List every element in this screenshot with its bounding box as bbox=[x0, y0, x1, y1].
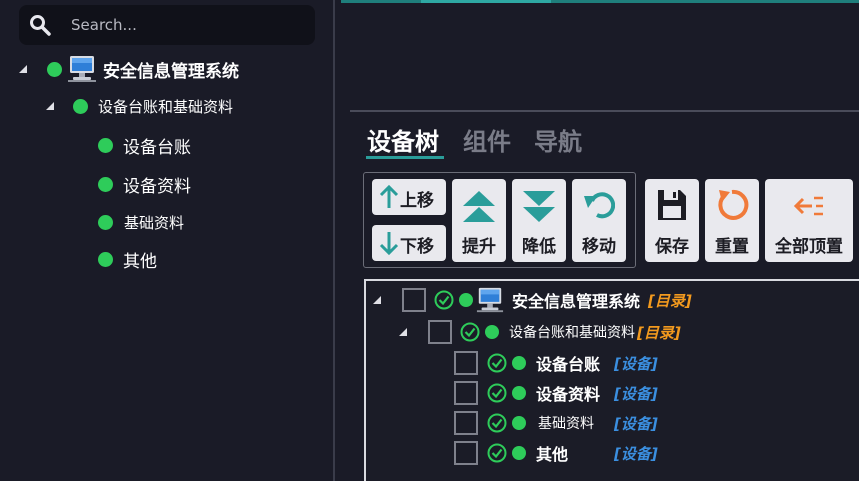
search-box[interactable] bbox=[19, 5, 315, 45]
top-accent-bar bbox=[341, 0, 859, 3]
node-type-tag: [目录] bbox=[637, 323, 681, 342]
check-circle-icon bbox=[434, 290, 454, 310]
left-tree-node-equipment-ledger-group[interactable]: 设备台账和基础资料 bbox=[44, 92, 233, 120]
status-dot bbox=[98, 214, 113, 230]
check-circle-icon bbox=[487, 413, 507, 433]
status-dot bbox=[47, 61, 62, 77]
left-tree-label: 安全信息管理系统 bbox=[103, 61, 239, 82]
reset-label: 重置 bbox=[715, 237, 749, 257]
demote-button[interactable]: 降低 bbox=[512, 179, 566, 262]
status-dot bbox=[459, 293, 473, 307]
move-up-label: 上移 bbox=[400, 191, 434, 211]
check-circle-icon bbox=[487, 443, 507, 463]
move-up-button[interactable]: 上移 bbox=[372, 179, 446, 215]
status-dot bbox=[512, 446, 526, 460]
check-circle-icon bbox=[487, 353, 507, 373]
node-label: 基础资料 bbox=[538, 416, 594, 432]
node-type-tag: [设备] bbox=[614, 354, 658, 373]
expand-arrow-icon[interactable] bbox=[17, 63, 29, 75]
status-dot bbox=[512, 356, 526, 370]
device-tree-node-basic-docs[interactable]: 基础资料 [设备] bbox=[454, 409, 658, 437]
expand-arrow-icon[interactable] bbox=[397, 326, 409, 338]
reset-button[interactable]: 重置 bbox=[705, 179, 759, 262]
left-tree-node-root[interactable]: 安全信息管理系统 bbox=[17, 55, 239, 83]
top-all-button[interactable]: 全部顶置 bbox=[765, 179, 853, 262]
active-tab-indicator bbox=[366, 156, 444, 159]
panel-splitter[interactable] bbox=[333, 0, 335, 481]
status-dot bbox=[485, 325, 499, 339]
move-button[interactable]: 移动 bbox=[572, 179, 626, 262]
save-disk-icon bbox=[658, 190, 686, 220]
save-label: 保存 bbox=[655, 237, 689, 257]
save-button[interactable]: 保存 bbox=[645, 179, 699, 262]
app-window: 安全信息管理系统 设备台账和基础资料 设备台账 设备资料 基础资料 其他 bbox=[0, 0, 859, 481]
node-label: 设备资料 bbox=[536, 385, 601, 404]
status-dot bbox=[98, 137, 113, 153]
arrow-up-icon bbox=[379, 184, 399, 208]
device-tree-node-root[interactable]: 安全信息管理系统 [目录] bbox=[371, 286, 692, 314]
promote-icon bbox=[463, 191, 495, 222]
tab-components[interactable]: 组件 bbox=[463, 122, 511, 157]
search-input[interactable] bbox=[71, 13, 301, 37]
node-type-tag: [设备] bbox=[614, 384, 658, 403]
node-checkbox[interactable] bbox=[402, 288, 426, 312]
arrow-down-icon bbox=[379, 232, 399, 256]
horizontal-divider bbox=[350, 110, 859, 112]
node-checkbox[interactable] bbox=[454, 441, 478, 465]
left-sidebar: 安全信息管理系统 设备台账和基础资料 设备台账 设备资料 基础资料 其他 bbox=[0, 0, 334, 481]
node-label: 设备台账 bbox=[536, 355, 601, 374]
node-label: 安全信息管理系统 bbox=[512, 292, 641, 311]
left-tree-label: 设备资料 bbox=[123, 176, 191, 197]
node-checkbox[interactable] bbox=[454, 381, 478, 405]
top-all-label: 全部顶置 bbox=[775, 237, 843, 257]
left-tree-label: 基础资料 bbox=[124, 213, 185, 232]
status-dot bbox=[98, 176, 113, 192]
node-type-tag: [设备] bbox=[614, 444, 658, 463]
device-tree-node-equipment-ledger[interactable]: 设备台账 [设备] bbox=[454, 349, 658, 377]
tab-device-tree[interactable]: 设备树 bbox=[367, 122, 439, 157]
left-tree-node-other[interactable]: 其他 bbox=[98, 245, 157, 273]
node-label: 其他 bbox=[536, 445, 569, 464]
promote-button[interactable]: 提升 bbox=[452, 179, 506, 262]
node-type-tag: [目录] bbox=[648, 291, 692, 310]
undo-arrow-icon bbox=[584, 192, 615, 219]
node-type-tag: [设备] bbox=[614, 414, 658, 433]
left-tree-node-equipment-ledger[interactable]: 设备台账 bbox=[98, 131, 191, 159]
status-dot bbox=[512, 416, 526, 430]
left-tree-label: 其他 bbox=[123, 251, 157, 272]
status-dot bbox=[512, 386, 526, 400]
device-tree-node-equipment-docs[interactable]: 设备资料 [设备] bbox=[454, 379, 658, 407]
computer-icon bbox=[476, 287, 504, 313]
expand-arrow-icon[interactable] bbox=[44, 100, 56, 112]
move-label: 移动 bbox=[582, 237, 616, 257]
demote-label: 降低 bbox=[522, 237, 556, 257]
computer-icon bbox=[68, 56, 96, 82]
left-tree-node-equipment-docs[interactable]: 设备资料 bbox=[98, 170, 191, 198]
check-circle-icon bbox=[460, 322, 480, 342]
move-down-button[interactable]: 下移 bbox=[372, 225, 446, 261]
left-tree-node-basic-docs[interactable]: 基础资料 bbox=[98, 208, 184, 236]
left-tree-label: 设备台账和基础资料 bbox=[98, 97, 234, 116]
search-icon bbox=[30, 15, 51, 36]
reset-icon bbox=[718, 189, 749, 220]
device-tree-node-other[interactable]: 其他 [设备] bbox=[454, 439, 658, 467]
status-dot bbox=[73, 98, 88, 114]
node-label: 设备台账和基础资料 bbox=[509, 325, 635, 341]
check-circle-icon bbox=[487, 383, 507, 403]
node-checkbox[interactable] bbox=[428, 320, 452, 344]
left-tree-label: 设备台账 bbox=[123, 137, 191, 158]
promote-label: 提升 bbox=[462, 237, 496, 257]
expand-arrow-icon[interactable] bbox=[371, 294, 383, 306]
tab-navigation[interactable]: 导航 bbox=[534, 122, 582, 157]
demote-icon bbox=[523, 191, 555, 222]
node-checkbox[interactable] bbox=[454, 351, 478, 375]
node-checkbox[interactable] bbox=[454, 411, 478, 435]
device-tree-node-equipment-ledger-group[interactable]: 设备台账和基础资料 [目录] bbox=[397, 318, 681, 346]
top-all-icon bbox=[793, 196, 823, 216]
status-dot bbox=[98, 251, 113, 267]
move-down-label: 下移 bbox=[400, 237, 434, 257]
